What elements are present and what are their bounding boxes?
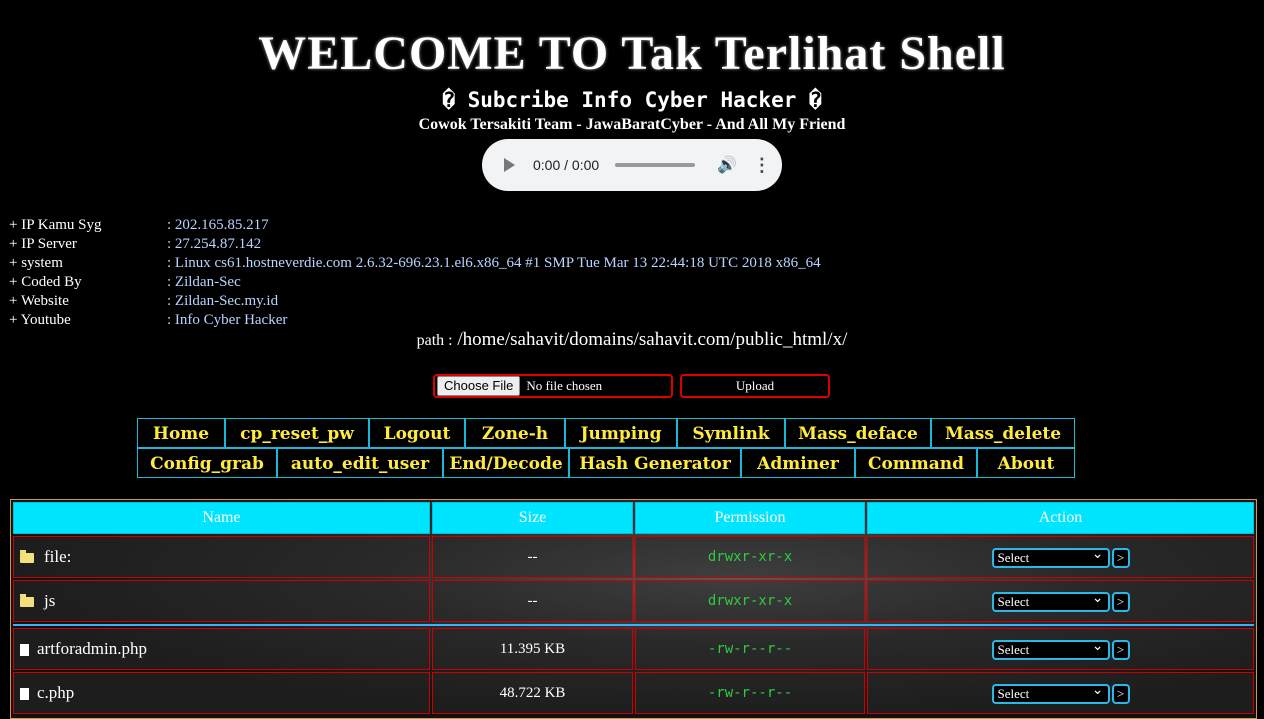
file-size: 48.722 KB [432, 672, 633, 714]
col-permission: Permission [635, 502, 865, 534]
menu-row-1: Home cp_reset_pw Logout Zone-h Jumping S… [137, 418, 1075, 448]
menu-cp-reset-pw[interactable]: cp_reset_pw [225, 418, 369, 448]
action-go-button[interactable]: > [1111, 591, 1130, 612]
menu-auto-edit-user[interactable]: auto_edit_user [277, 448, 443, 478]
table-row: artforadmin.php 11.395 KB -rw-r--r-- Sel… [13, 628, 1254, 670]
path-link[interactable]: /home/sahavit/domains/sahavit.com/public… [457, 329, 847, 350]
file-permission[interactable]: drwxr-xr-x [635, 580, 865, 622]
upload-form: Choose File No file chosen Upload [433, 374, 830, 398]
menu-config-grab[interactable]: Config_grab [137, 448, 277, 478]
upload-button[interactable]: Upload [680, 374, 830, 398]
action-go-button[interactable]: > [1111, 547, 1130, 568]
table-row: file: -- drwxr-xr-x Select> [13, 536, 1254, 578]
action-select[interactable]: Select [991, 683, 1110, 704]
audio-player[interactable]: 0:00 / 0:00 🔊 ⋮ [482, 139, 782, 191]
info-row: + system: Linux cs61.hostneverdie.com 2.… [9, 255, 821, 271]
file-input[interactable]: Choose File No file chosen [433, 374, 673, 398]
menu-command[interactable]: Command [855, 448, 977, 478]
info-row: + IP Kamu Syg: 202.165.85.217 [9, 217, 269, 233]
volume-icon[interactable]: 🔊 [717, 155, 737, 175]
action-select[interactable]: Select [991, 591, 1110, 612]
file-permission[interactable]: drwxr-xr-x [635, 536, 865, 578]
menu-home[interactable]: Home [137, 418, 225, 448]
file-action: Select> [867, 580, 1254, 622]
action-go-button[interactable]: > [1111, 683, 1130, 704]
folder-icon [20, 550, 34, 564]
menu-mass-delete[interactable]: Mass_delete [931, 418, 1075, 448]
file-action: Select> [867, 536, 1254, 578]
info-row: + Website: Zildan-Sec.my.id [9, 293, 279, 309]
file-name-cell[interactable]: js [13, 580, 430, 622]
more-options-icon[interactable]: ⋮ [753, 155, 771, 176]
file-name-cell[interactable]: artforadmin.php [13, 628, 430, 670]
info-row: + Coded By: Zildan-Sec [9, 274, 241, 290]
server-info: + IP Kamu Syg: 202.165.85.217 + IP Serve… [9, 216, 821, 330]
menu-zone-h[interactable]: Zone-h [465, 418, 565, 448]
file-action: Select> [867, 672, 1254, 714]
play-icon[interactable] [504, 158, 515, 172]
menu-end-decode[interactable]: End/Decode [443, 448, 569, 478]
action-go-button[interactable]: > [1111, 639, 1130, 660]
file-manager: Name Size Permission Action file: -- drw… [10, 499, 1257, 719]
info-row: + IP Server: 27.254.87.142 [9, 236, 262, 252]
menu-about[interactable]: About [977, 448, 1075, 478]
file-size: -- [432, 580, 633, 622]
col-size: Size [432, 502, 633, 534]
menu-hash-generator[interactable]: Hash Generator [569, 448, 741, 478]
tool-menu: Home cp_reset_pw Logout Zone-h Jumping S… [137, 418, 1075, 478]
file-name-cell[interactable]: c.php [13, 672, 430, 714]
menu-adminer[interactable]: Adminer [741, 448, 855, 478]
file-size: -- [432, 536, 633, 578]
table-row: c.php 48.722 KB -rw-r--r-- Select> [13, 672, 1254, 714]
audio-time: 0:00 / 0:00 [533, 157, 600, 173]
menu-mass-deface[interactable]: Mass_deface [785, 418, 931, 448]
choose-file-button[interactable]: Choose File [437, 376, 521, 396]
table-row: js -- drwxr-xr-x Select> [13, 580, 1254, 622]
folder-icon [20, 594, 34, 608]
menu-symlink[interactable]: Symlink [677, 418, 785, 448]
file-icon [20, 644, 29, 657]
path-label: path : [416, 332, 453, 349]
file-table: Name Size Permission Action file: -- drw… [11, 500, 1256, 716]
current-path: path : /home/sahavit/domains/sahavit.com… [0, 329, 1264, 351]
subscribe-banner: � Subcribe Info Cyber Hacker � [442, 88, 822, 112]
audio-seek-bar[interactable] [615, 163, 695, 167]
folder-file-separator [13, 624, 1254, 626]
menu-jumping[interactable]: Jumping [565, 418, 677, 448]
page-title: WELCOME TO Tak Terlihat Shell [258, 27, 1006, 80]
col-name: Name [13, 502, 430, 534]
credits-line: Cowok Tersakiti Team - JawaBaratCyber - … [418, 116, 846, 133]
file-permission[interactable]: -rw-r--r-- [635, 672, 865, 714]
file-status: No file chosen [526, 378, 603, 393]
file-permission[interactable]: -rw-r--r-- [635, 628, 865, 670]
file-size: 11.395 KB [432, 628, 633, 670]
action-select[interactable]: Select [991, 639, 1110, 660]
menu-logout[interactable]: Logout [369, 418, 465, 448]
file-action: Select> [867, 628, 1254, 670]
col-action: Action [867, 502, 1254, 534]
menu-row-2: Config_grab auto_edit_user End/Decode Ha… [137, 448, 1075, 478]
action-select[interactable]: Select [991, 547, 1110, 568]
info-row: + Youtube: Info Cyber Hacker [9, 312, 288, 328]
file-icon [20, 688, 29, 701]
file-name-cell[interactable]: file: [13, 536, 430, 578]
